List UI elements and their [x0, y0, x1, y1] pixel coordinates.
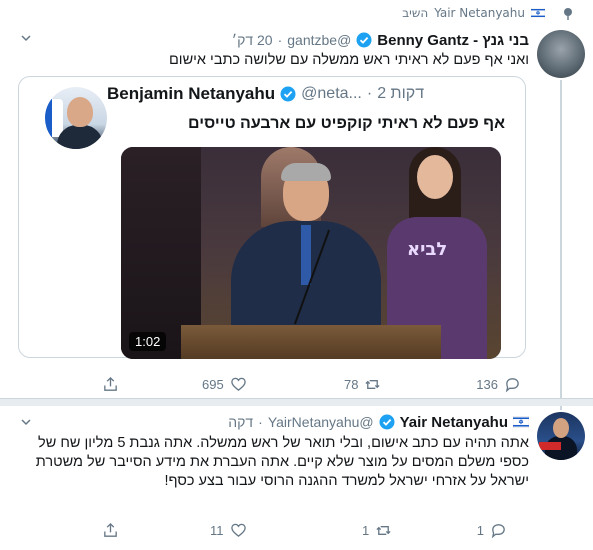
verified-badge-icon — [280, 86, 296, 102]
retweet-count: 78 — [344, 376, 359, 392]
reply-icon — [505, 377, 519, 392]
reply-context-user[interactable]: Yair Netanyahu — [434, 6, 525, 20]
avatar-netanyahu — [45, 87, 107, 149]
tweet1-author-name[interactable]: בני גנץ - Benny Gantz — [377, 32, 529, 49]
reply-button[interactable]: 136 — [476, 374, 521, 394]
like-button[interactable]: 11 — [210, 520, 247, 540]
share-icon — [104, 522, 117, 537]
share-button[interactable] — [102, 374, 119, 394]
reply-button[interactable]: 1 — [477, 520, 507, 540]
reply-context-label: השיב — [402, 6, 429, 20]
reply-count: 1 — [476, 522, 484, 538]
video-duration: 1:02 — [129, 332, 167, 351]
quoted-text: אף פעם לא ראיתי קוקפיט עם ארבעה טייסים — [188, 115, 505, 132]
tweet2-header: Yair Netanyahu @YairNetanyahu · דקה — [19, 412, 529, 432]
heart-icon — [230, 523, 246, 537]
share-button[interactable] — [102, 520, 119, 540]
verified-badge-icon — [379, 414, 395, 430]
reply-icon — [491, 523, 505, 538]
share-icon — [104, 376, 117, 391]
israel-flag-icon — [513, 416, 529, 428]
tweet1-time[interactable]: 20 דק׳ — [232, 32, 273, 48]
avatar-gantz[interactable] — [537, 30, 585, 78]
tweet-divider — [0, 398, 593, 406]
like-count: 695 — [202, 376, 224, 392]
reply-count: 136 — [476, 376, 498, 392]
like-button[interactable]: 695 — [202, 374, 247, 394]
retweet-icon — [365, 379, 381, 389]
quoted-time: 2 דקות — [377, 85, 425, 102]
quoted-handle: @neta... — [301, 85, 362, 102]
tweet1-header: בני גנץ - Benny Gantz @gantzbe · 20 דק׳ — [231, 31, 529, 49]
heart-icon — [230, 377, 246, 391]
tweet2-time[interactable]: דקה — [228, 414, 253, 430]
retweet-count: 1 — [362, 522, 370, 538]
tweet1-text: ואני אף פעם לא ראיתי ראש ממשלה עם שלושה … — [168, 52, 529, 68]
tweet1-handle[interactable]: @gantzbe — [287, 32, 351, 48]
tweet2-author-name[interactable]: Yair Netanyahu — [400, 414, 508, 431]
like-count: 11 — [210, 522, 224, 538]
verified-badge-icon — [356, 32, 372, 48]
retweet-button[interactable]: 78 — [344, 374, 381, 394]
quoted-author-name: Benjamin Netanyahu — [107, 84, 276, 103]
chevron-down-icon[interactable] — [20, 416, 32, 428]
chevron-down-icon[interactable] — [20, 32, 32, 44]
video-player[interactable]: לביא 1:02 — [121, 147, 501, 359]
reply-context: Yair Netanyahu השיב — [0, 4, 593, 22]
tweet2-text: אתה תהיה עם כתב אישום, ובלי תואר של ראש … — [35, 435, 529, 489]
retweet-pin-icon — [564, 8, 572, 20]
israel-flag-icon — [531, 8, 545, 18]
avatar-yair[interactable] — [537, 412, 585, 460]
quoted-header: Benjamin Netanyahu @neta... · 2 דקות — [107, 84, 425, 103]
video-speaker — [231, 163, 381, 331]
retweet-button[interactable]: 1 — [362, 520, 392, 540]
thread-line — [560, 80, 562, 410]
retweet-icon — [376, 525, 391, 535]
quoted-tweet[interactable]: Benjamin Netanyahu @neta... · 2 דקות אף … — [18, 76, 526, 359]
tweet2-handle[interactable]: @YairNetanyahu — [268, 414, 374, 430]
